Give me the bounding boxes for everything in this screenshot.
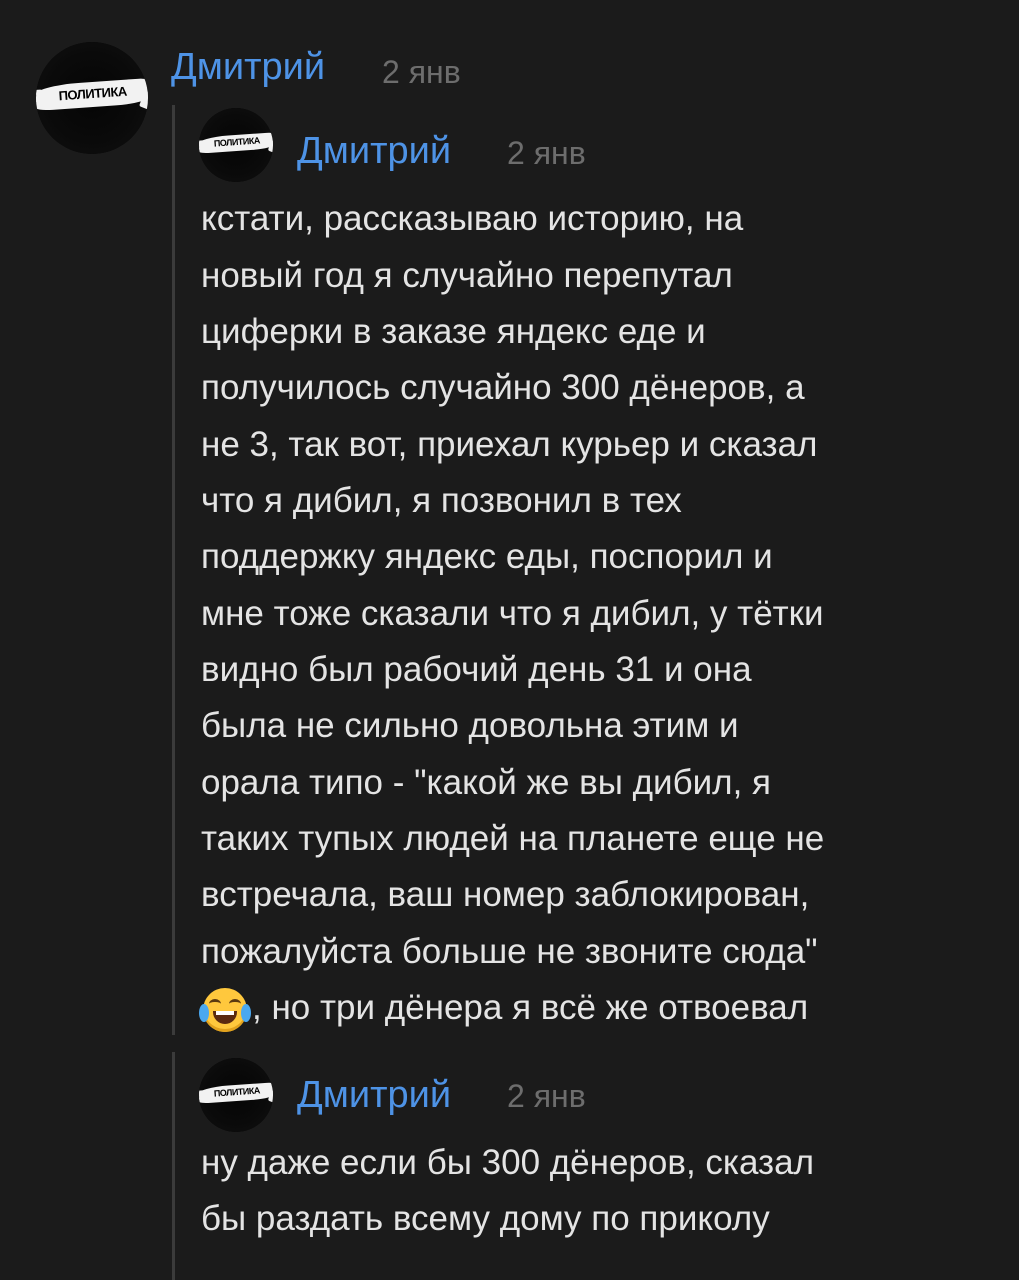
reply-avatar[interactable]: ПОЛИТИКА — [199, 1058, 273, 1132]
reply-text-line: кстати, рассказываю историю, на — [201, 199, 744, 238]
reply-text-line: , но три дёнера я всё же отвоевал — [252, 988, 809, 1027]
comment-date: 2 янв — [382, 54, 461, 90]
reply-text-line: таких тупых людей на планете еще не — [201, 819, 825, 858]
reply-thread-line — [172, 105, 175, 1035]
reply-text-line: видно был рабочий день 31 и она — [201, 650, 752, 689]
reply-text-line: новый год я случайно перепутал — [201, 256, 733, 295]
reply-text-line: не 3, так вот, приехал курьер и сказал — [201, 425, 818, 464]
reply-thread-line — [172, 1052, 175, 1280]
reply-avatar[interactable]: ПОЛИТИКА — [199, 108, 273, 182]
reply-date: 2 янв — [507, 1078, 586, 1114]
reply-text-line: орала типо - "какой же вы дибил, я — [201, 763, 771, 802]
reply-text-line: что я дибил, я позвонил в тех — [201, 481, 682, 520]
reply-text-line: циферки в заказе яндекс еде и — [201, 312, 706, 351]
reply-text-line: ну даже если бы 300 дёнеров, сказал — [201, 1143, 814, 1182]
reply-author[interactable]: Дмитрий — [297, 1076, 451, 1114]
reply-text-line: поддержку яндекс еды, поспорил и — [201, 537, 773, 576]
reply-text-line: получилось случайно 300 дёнеров, а — [201, 368, 805, 407]
face-with-tears-of-joy-icon — [199, 988, 251, 1032]
comment-author[interactable]: Дмитрий — [171, 48, 325, 86]
avatar[interactable]: ПОЛИТИКА — [36, 42, 148, 154]
reply-text-line: бы раздать всему дому по приколу — [201, 1199, 770, 1238]
reply-text-line: встречала, ваш номер заблокирован, — [201, 875, 810, 914]
reply-text-line: пожалуйста больше не звоните сюда" — [201, 932, 818, 971]
reply-text-line: была не сильно довольна этим и — [201, 706, 739, 745]
reply-text-line: мне тоже сказали что я дибил, у тётки — [201, 594, 824, 633]
reply-author[interactable]: Дмитрий — [297, 132, 451, 170]
reply-date: 2 янв — [507, 135, 586, 171]
